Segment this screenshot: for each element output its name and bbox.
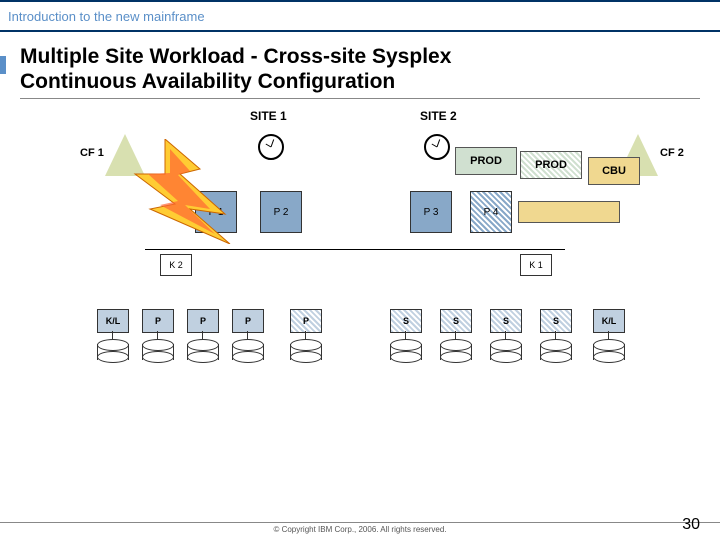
cf1-label: CF 1: [80, 147, 104, 159]
page-number: 30: [682, 516, 700, 534]
disk-kl-a: K/L: [97, 309, 129, 333]
disk-s-1: S: [390, 309, 422, 333]
cylinder-icon: [232, 339, 262, 363]
disk-p-1: P: [142, 309, 174, 333]
ibm-logo-icon: [676, 6, 708, 26]
cylinder-icon: [142, 339, 172, 363]
k2-box: K 2: [160, 254, 192, 276]
cylinder-icon: [540, 339, 570, 363]
cylinder-icon: [390, 339, 420, 363]
disk-p-3: P: [232, 309, 264, 333]
cylinder-icon: [490, 339, 520, 363]
prod-box-2: PROD: [520, 151, 582, 179]
header-strip: Introduction to the new mainframe: [0, 2, 720, 30]
disk-p-2: P: [187, 309, 219, 333]
site1-label: SITE 1: [250, 109, 287, 123]
cylinder-icon: [97, 339, 127, 363]
cbu-box: CBU: [588, 157, 640, 185]
cbu-bar: [518, 201, 620, 223]
connector-line: [145, 249, 565, 250]
page-title: Multiple Site Workload - Cross-site Sysp…: [20, 44, 700, 94]
cylinder-icon: [187, 339, 217, 363]
diagram-canvas: SITE 1 SITE 2 CF 1 CF 2 PROD PROD CBU P …: [0, 99, 720, 479]
p4-box: P 4: [470, 191, 512, 233]
site2-label: SITE 2: [420, 109, 457, 123]
p3-box: P 3: [410, 191, 452, 233]
header-bar: Introduction to the new mainframe: [0, 0, 720, 32]
disk-s-2: S: [440, 309, 472, 333]
prod-box-1: PROD: [455, 147, 517, 175]
cylinder-icon: [440, 339, 470, 363]
footer: © Copyright IBM Corp., 2006. All rights …: [0, 522, 720, 534]
lightning-icon: [130, 139, 240, 244]
k1-box: K 1: [520, 254, 552, 276]
disk-p-4: P: [290, 309, 322, 333]
disk-s-4: S: [540, 309, 572, 333]
accent-tab: [0, 56, 6, 74]
copyright: © Copyright IBM Corp., 2006. All rights …: [0, 525, 720, 534]
title-area: Multiple Site Workload - Cross-site Sysp…: [0, 32, 720, 99]
cf2-label: CF 2: [660, 147, 684, 159]
clock2-icon: [424, 134, 450, 160]
breadcrumb: Introduction to the new mainframe: [8, 9, 205, 24]
clock1-icon: [258, 134, 284, 160]
p2-box: P 2: [260, 191, 302, 233]
cylinder-icon: [290, 339, 320, 363]
disk-s-3: S: [490, 309, 522, 333]
cylinder-icon: [593, 339, 623, 363]
disk-kl-b: K/L: [593, 309, 625, 333]
